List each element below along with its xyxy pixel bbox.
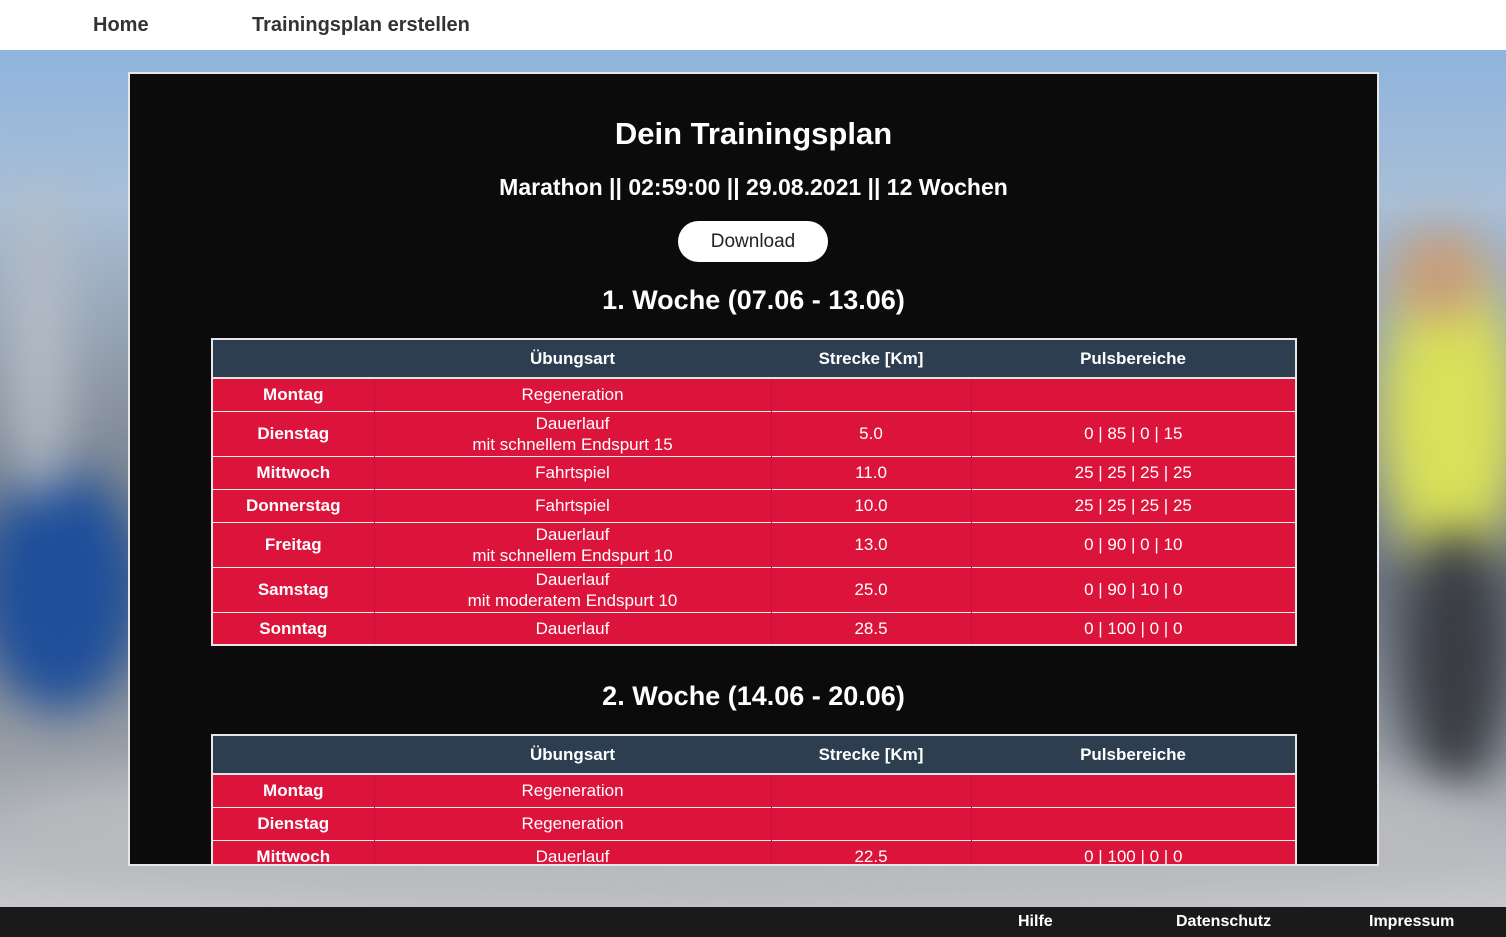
pulse-cell: 0 | 90 | 0 | 10 <box>971 521 1297 567</box>
day-cell: Freitag <box>212 521 375 567</box>
distance-cell: 28.5 <box>771 611 972 645</box>
footer: Hilfe Datenschutz Impressum <box>0 907 1506 937</box>
distance-cell <box>771 806 972 840</box>
pulse-cell <box>971 773 1297 807</box>
day-cell: Samstag <box>212 566 375 612</box>
header-distance: Strecke [Km] <box>771 339 971 379</box>
table-row: Samstag Dauerlauf mit moderatem Endspurt… <box>212 566 1297 612</box>
exercise-cell: Regeneration <box>374 377 772 411</box>
pulse-cell: 25 | 25 | 25 | 25 <box>971 455 1297 489</box>
top-navigation: Home Trainingsplan erstellen <box>0 0 1506 50</box>
distance-cell: 11.0 <box>771 455 972 489</box>
footer-imprint-link[interactable]: Impressum <box>1369 913 1454 931</box>
nav-home-link[interactable]: Home <box>93 14 149 37</box>
table-row: Donnerstag Fahrtspiel 10.0 25 | 25 | 25 … <box>212 488 1297 522</box>
week-title: 2. Woche (14.06 - 20.06) <box>602 681 905 711</box>
distance-cell: 13.0 <box>771 521 972 567</box>
header-distance: Strecke [Km] <box>771 735 971 775</box>
exercise-cell: Dauerlauf mit moderatem Endspurt 10 <box>374 566 772 612</box>
pulse-cell: 0 | 85 | 0 | 15 <box>971 410 1297 456</box>
pulse-cell: 0 | 100 | 0 | 0 <box>971 839 1297 864</box>
day-cell: Sonntag <box>212 611 375 645</box>
exercise-cell: Dauerlauf mit schnellem Endspurt 10 <box>374 521 772 567</box>
footer-help-link[interactable]: Hilfe <box>1018 913 1053 931</box>
day-cell: Montag <box>212 377 375 411</box>
exercise-cell: Fahrtspiel <box>374 455 772 489</box>
week-table: Übungsart Strecke [Km] Pulsbereiche Mont… <box>211 338 1297 646</box>
exercise-cell: Dauerlauf <box>374 839 772 864</box>
table-row: Montag Regeneration <box>212 773 1297 807</box>
pulse-cell <box>971 806 1297 840</box>
header-exercise: Übungsart <box>374 735 771 775</box>
day-cell: Montag <box>212 773 375 807</box>
table-row: Sonntag Dauerlauf 28.5 0 | 100 | 0 | 0 <box>212 611 1297 645</box>
pulse-cell: 25 | 25 | 25 | 25 <box>971 488 1297 522</box>
exercise-cell: Regeneration <box>374 806 772 840</box>
distance-cell: 10.0 <box>771 488 972 522</box>
exercise-cell: Regeneration <box>374 773 772 807</box>
table-header-row: Übungsart Strecke [Km] Pulsbereiche <box>212 735 1296 775</box>
distance-cell <box>771 773 972 807</box>
header-day <box>212 735 374 775</box>
table-row: Montag Regeneration <box>212 377 1297 411</box>
table-row: Mittwoch Fahrtspiel 11.0 25 | 25 | 25 | … <box>212 455 1297 489</box>
plan-summary: Marathon || 02:59:00 || 29.08.2021 || 12… <box>499 174 1008 200</box>
day-cell: Mittwoch <box>212 839 375 864</box>
download-button[interactable]: Download <box>678 221 828 262</box>
pulse-cell <box>971 377 1297 411</box>
distance-cell: 22.5 <box>771 839 972 864</box>
exercise-cell: Fahrtspiel <box>374 488 772 522</box>
header-pulse: Pulsbereiche <box>971 735 1296 775</box>
table-row: Dienstag Dauerlauf mit schnellem Endspur… <box>212 410 1297 456</box>
page-title: Dein Trainingsplan <box>614 116 893 151</box>
exercise-cell: Dauerlauf <box>374 611 772 645</box>
footer-privacy-link[interactable]: Datenschutz <box>1176 913 1271 931</box>
table-row: Mittwoch Dauerlauf 22.5 0 | 100 | 0 | 0 <box>212 839 1297 864</box>
distance-cell: 25.0 <box>771 566 972 612</box>
day-cell: Donnerstag <box>212 488 375 522</box>
day-cell: Dienstag <box>212 410 375 456</box>
day-cell: Mittwoch <box>212 455 375 489</box>
header-day <box>212 339 374 379</box>
exercise-cell: Dauerlauf mit schnellem Endspurt 15 <box>374 410 772 456</box>
distance-cell <box>771 377 972 411</box>
training-plan-panel: Dein Trainingsplan Marathon || 02:59:00 … <box>128 72 1379 866</box>
nav-create-plan-link[interactable]: Trainingsplan erstellen <box>252 14 470 37</box>
header-exercise: Übungsart <box>374 339 771 379</box>
table-header-row: Übungsart Strecke [Km] Pulsbereiche <box>212 339 1296 379</box>
week-title: 1. Woche (07.06 - 13.06) <box>602 285 905 315</box>
day-cell: Dienstag <box>212 806 375 840</box>
table-row: Freitag Dauerlauf mit schnellem Endspurt… <box>212 521 1297 567</box>
distance-cell: 5.0 <box>771 410 972 456</box>
pulse-cell: 0 | 90 | 10 | 0 <box>971 566 1297 612</box>
pulse-cell: 0 | 100 | 0 | 0 <box>971 611 1297 645</box>
header-pulse: Pulsbereiche <box>971 339 1296 379</box>
week-table: Übungsart Strecke [Km] Pulsbereiche Mont… <box>211 734 1297 864</box>
table-row: Dienstag Regeneration <box>212 806 1297 840</box>
